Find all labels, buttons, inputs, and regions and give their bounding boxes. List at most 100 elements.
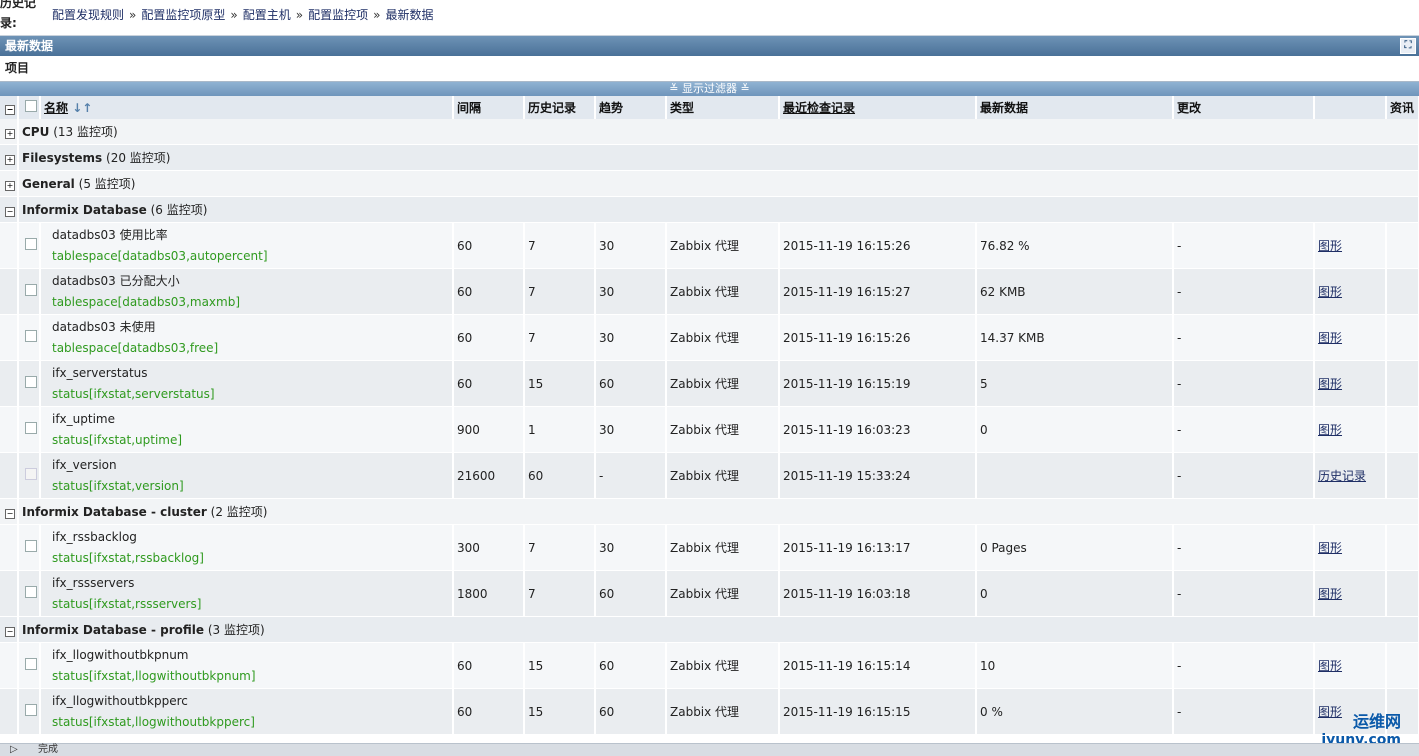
latest-data-table: − 名称 ↓↑ 间隔 历史记录 趋势 类型 最近检查记录 最新数据 更改 资讯 … bbox=[0, 96, 1419, 735]
item-last-value: 76.82 % bbox=[976, 222, 1174, 269]
item-change: - bbox=[1173, 688, 1315, 735]
status-text: 完成 bbox=[38, 744, 58, 755]
row-spacer-cell bbox=[0, 524, 19, 571]
item-name: ifx_rssbacklog bbox=[52, 529, 137, 544]
table-row: ifx_llogwithoutbkpnum status[ifxstat,llog… bbox=[0, 642, 1419, 689]
breadcrumb-item[interactable]: 配置发现规则 bbox=[52, 8, 124, 22]
history-link[interactable]: 历史记录 bbox=[1318, 469, 1366, 483]
filter-toggle-label: ≚ 显示过滤器 ≚ bbox=[669, 82, 750, 95]
group-count: (5 监控项) bbox=[78, 177, 136, 191]
breadcrumb-item[interactable]: 配置主机 bbox=[243, 8, 291, 22]
row-checkbox-cell bbox=[18, 642, 41, 689]
graph-link[interactable]: 图形 bbox=[1318, 423, 1342, 437]
row-checkbox-cell bbox=[18, 360, 41, 407]
item-last-check: 2015-11-19 16:15:27 bbox=[779, 268, 977, 315]
item-change: - bbox=[1173, 642, 1315, 689]
item-key: status[ifxstat,rssbacklog] bbox=[52, 550, 204, 565]
row-checkbox-cell bbox=[18, 314, 41, 361]
status-bar: ▷ 完成 bbox=[0, 743, 1419, 756]
collapse-icon[interactable]: − bbox=[5, 626, 15, 637]
item-interval: 60 bbox=[453, 360, 525, 407]
item-action-cell: 图形 bbox=[1314, 268, 1387, 315]
row-checkbox[interactable] bbox=[25, 704, 37, 716]
row-checkbox[interactable] bbox=[25, 422, 37, 434]
item-type: Zabbix 代理 bbox=[666, 360, 780, 407]
expand-icon[interactable]: + bbox=[5, 128, 15, 139]
item-last-check: 2015-11-19 16:03:18 bbox=[779, 570, 977, 617]
col-name[interactable]: 名称 ↓↑ bbox=[40, 96, 454, 119]
row-checkbox[interactable] bbox=[25, 238, 37, 250]
item-name-wrap: datadbs03 未使用 tablespace[datadbs03,free] bbox=[44, 317, 449, 359]
col-history: 历史记录 bbox=[524, 96, 596, 119]
group-label-cell: Filesystems (20 监控项) bbox=[18, 144, 1419, 171]
item-info-cell bbox=[1386, 452, 1419, 499]
row-checkbox[interactable] bbox=[25, 376, 37, 388]
group-count: (20 监控项) bbox=[106, 151, 171, 165]
col-last-check[interactable]: 最近检查记录 bbox=[779, 96, 977, 119]
row-spacer-cell bbox=[0, 452, 19, 499]
group-name: General bbox=[22, 177, 75, 191]
group-toggle-cell: + bbox=[0, 119, 19, 145]
item-history: 7 bbox=[524, 268, 596, 315]
item-change: - bbox=[1173, 360, 1315, 407]
item-name-wrap: ifx_llogwithoutbkpnum status[ifxstat,llog… bbox=[44, 645, 449, 687]
item-name-cell: ifx_llogwithoutbkpperc status[ifxstat,llo… bbox=[40, 688, 454, 735]
graph-link[interactable]: 图形 bbox=[1318, 285, 1342, 299]
group-count: (3 监控项) bbox=[207, 623, 265, 637]
fullscreen-icon[interactable]: ⛶ bbox=[1400, 38, 1416, 54]
item-name-cell: datadbs03 使用比率 tablespace[datadbs03,autop… bbox=[40, 222, 454, 269]
item-name-wrap: datadbs03 已分配大小 tablespace[datadbs03,maxm… bbox=[44, 271, 449, 313]
item-name: ifx_version bbox=[52, 457, 117, 472]
item-trends: 30 bbox=[595, 222, 667, 269]
row-checkbox[interactable] bbox=[25, 540, 37, 552]
filter-toggle[interactable]: ≚ 显示过滤器 ≚ bbox=[0, 82, 1419, 96]
item-info-cell bbox=[1386, 570, 1419, 617]
graph-link[interactable]: 图形 bbox=[1318, 331, 1342, 345]
breadcrumb-item: 最新数据 bbox=[385, 8, 434, 22]
group-row: − Informix Database - profile (3 监控项) bbox=[0, 616, 1419, 643]
item-last-check: 2015-11-19 16:15:26 bbox=[779, 222, 977, 269]
row-spacer-cell bbox=[0, 314, 19, 361]
item-info-cell bbox=[1386, 406, 1419, 453]
collapse-icon[interactable]: − bbox=[5, 206, 15, 217]
col-last-value: 最新数据 bbox=[976, 96, 1174, 119]
item-name: ifx_rssservers bbox=[52, 575, 135, 590]
item-trends: 30 bbox=[595, 406, 667, 453]
table-row: ifx_rssbacklog status[ifxstat,rssbacklog]… bbox=[0, 524, 1419, 571]
collapse-icon[interactable]: − bbox=[5, 508, 15, 519]
graph-link[interactable]: 图形 bbox=[1318, 377, 1342, 391]
row-checkbox[interactable] bbox=[25, 330, 37, 342]
expand-icon[interactable]: + bbox=[5, 180, 15, 191]
breadcrumb: 配置发现规则 » 配置监控项原型 » 配置主机 » 配置监控项 » 最新数据 bbox=[52, 6, 433, 23]
graph-link[interactable]: 图形 bbox=[1318, 239, 1342, 253]
item-history: 7 bbox=[524, 314, 596, 361]
item-info-cell bbox=[1386, 360, 1419, 407]
breadcrumb-item[interactable]: 配置监控项 bbox=[308, 8, 368, 22]
select-all-checkbox[interactable] bbox=[25, 100, 37, 112]
row-checkbox[interactable] bbox=[25, 586, 37, 598]
graph-link[interactable]: 图形 bbox=[1318, 659, 1342, 673]
item-change: - bbox=[1173, 524, 1315, 571]
item-key: tablespace[datadbs03,autopercent] bbox=[52, 248, 268, 263]
collapse-all-icon[interactable]: − bbox=[5, 104, 15, 115]
row-checkbox[interactable] bbox=[25, 284, 37, 296]
item-name-cell: ifx_version status[ifxstat,version] bbox=[40, 452, 454, 499]
item-name-wrap: ifx_rssbacklog status[ifxstat,rssbacklog] bbox=[44, 527, 449, 569]
row-checkbox-cell bbox=[18, 406, 41, 453]
item-history: 7 bbox=[524, 222, 596, 269]
item-name-wrap: ifx_rssservers status[ifxstat,rssservers] bbox=[44, 573, 449, 615]
item-action-cell: 图形 bbox=[1314, 360, 1387, 407]
item-trends: 30 bbox=[595, 268, 667, 315]
item-info-cell bbox=[1386, 268, 1419, 315]
row-checkbox[interactable] bbox=[25, 658, 37, 670]
graph-link[interactable]: 图形 bbox=[1318, 541, 1342, 555]
item-name-wrap: ifx_uptime status[ifxstat,uptime] bbox=[44, 409, 449, 451]
graph-link[interactable]: 图形 bbox=[1318, 587, 1342, 601]
item-type: Zabbix 代理 bbox=[666, 222, 780, 269]
item-last-value: 14.37 KMB bbox=[976, 314, 1174, 361]
breadcrumb-item[interactable]: 配置监控项原型 bbox=[141, 8, 225, 22]
item-interval: 60 bbox=[453, 314, 525, 361]
table-header-row: − 名称 ↓↑ 间隔 历史记录 趋势 类型 最近检查记录 最新数据 更改 资讯 bbox=[0, 96, 1419, 119]
item-type: Zabbix 代理 bbox=[666, 452, 780, 499]
expand-icon[interactable]: + bbox=[5, 154, 15, 165]
